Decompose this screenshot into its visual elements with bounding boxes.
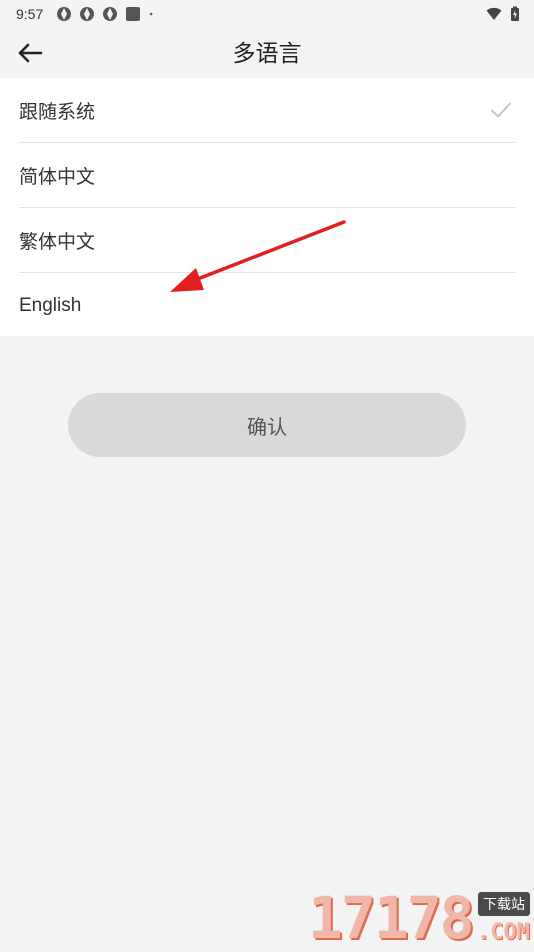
wifi-icon [486,7,502,20]
battery-charging-icon [511,6,519,21]
status-bar: 9:57 [0,0,534,28]
language-option-follow-system[interactable]: 跟随系统 [19,78,515,143]
language-label: 简体中文 [19,166,96,188]
language-label: 跟随系统 [19,101,96,123]
language-option-english[interactable]: English [19,273,515,338]
dot-icon [150,12,153,16]
watermark-tag: 下载站 [478,892,530,916]
app-notification-icon [57,7,72,21]
language-option-simplified-chinese[interactable]: 简体中文 [19,143,515,208]
status-time: 9:57 [16,6,44,22]
language-option-traditional-chinese[interactable]: 繁体中文 [19,208,515,273]
app-notification-icon [103,7,118,21]
page-title: 多语言 [232,40,302,66]
status-left: 9:57 [16,6,158,22]
status-right [486,6,520,22]
language-list: 跟随系统 简体中文 繁体中文 English [0,78,534,336]
watermark-suffix: .COM [477,920,530,945]
app-notification-icon [80,7,95,21]
language-label: English [19,294,82,316]
app-header: 多语言 [0,28,534,78]
watermark-logo: 17178 下载站 .COM [308,886,534,950]
watermark-digits: 17178 [308,884,475,952]
square-notification-icon [126,7,141,21]
language-label: 繁体中文 [19,231,96,253]
confirm-button[interactable]: 确认 [68,393,466,457]
checkmark-icon [491,102,511,118]
